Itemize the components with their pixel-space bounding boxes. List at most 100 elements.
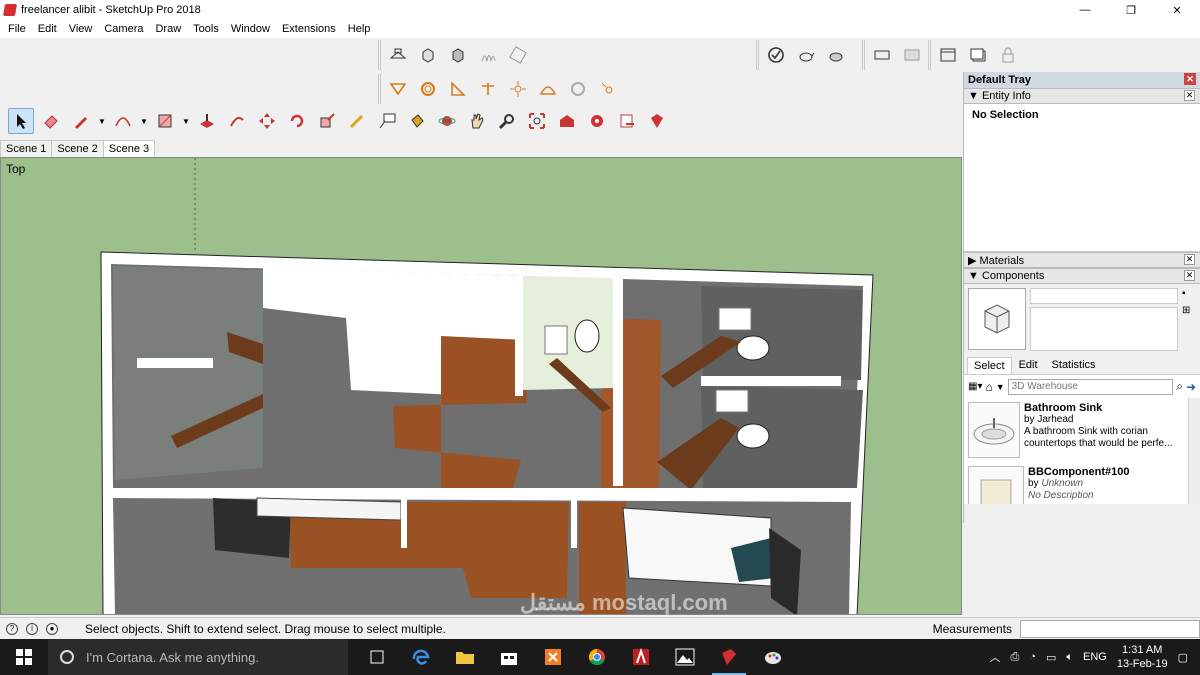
maximize-button[interactable]: ❐ xyxy=(1108,0,1154,20)
list-item[interactable]: BBComponent#100 by Unknown No Descriptio… xyxy=(964,462,1200,504)
menu-window[interactable]: Window xyxy=(225,23,276,35)
menu-draw[interactable]: Draw xyxy=(149,23,187,35)
close-icon[interactable]: ✕ xyxy=(1184,270,1195,281)
frame-buffer-button[interactable] xyxy=(869,42,895,68)
teapot-render-button[interactable] xyxy=(823,42,849,68)
menu-file[interactable]: File xyxy=(2,23,32,35)
start-button[interactable] xyxy=(0,639,48,675)
geolocation-icon[interactable]: ? xyxy=(6,622,18,635)
menu-help[interactable]: Help xyxy=(342,23,377,35)
zoom-tool-button[interactable] xyxy=(494,108,520,134)
move-tool-button[interactable] xyxy=(254,108,280,134)
extension-manager-button[interactable] xyxy=(644,108,670,134)
close-icon[interactable]: ✕ xyxy=(1184,90,1195,101)
tab-statistics[interactable]: Statistics xyxy=(1045,356,1103,374)
close-icon[interactable]: ✕ xyxy=(1184,254,1195,265)
teapot-button[interactable] xyxy=(793,42,819,68)
device-icon[interactable]: ⎙ xyxy=(1011,651,1020,664)
shadow-view-button[interactable] xyxy=(475,42,501,68)
chevron-down-icon[interactable]: ▼ xyxy=(98,117,106,126)
tape-tool-button[interactable] xyxy=(385,76,411,102)
task-view-button[interactable] xyxy=(356,639,398,675)
tab-scene-2[interactable]: Scene 2 xyxy=(51,140,104,157)
rotate-tool-button[interactable] xyxy=(284,108,310,134)
menu-extensions[interactable]: Extensions xyxy=(276,23,342,35)
chevron-down-icon[interactable]: ▼ xyxy=(140,117,148,126)
circle-tool-button[interactable] xyxy=(415,76,441,102)
window-button-1[interactable] xyxy=(935,42,961,68)
rectangle-tool-button[interactable] xyxy=(152,108,178,134)
light-tool-button[interactable] xyxy=(595,76,621,102)
model-render[interactable] xyxy=(1,158,962,615)
component-description-field[interactable] xyxy=(1030,307,1178,351)
xampp-button[interactable] xyxy=(532,639,574,675)
drawing-viewport[interactable]: Top xyxy=(0,157,962,615)
photos-button[interactable] xyxy=(664,639,706,675)
search-icon[interactable]: ⌕ xyxy=(1176,379,1183,394)
front-view-button[interactable] xyxy=(445,42,471,68)
menu-tools[interactable]: Tools xyxy=(187,23,225,35)
line-tool-button[interactable] xyxy=(68,108,94,134)
tab-edit[interactable]: Edit xyxy=(1012,356,1045,374)
view-options-icon[interactable]: ▦▾ xyxy=(968,381,982,392)
sketchup-taskbar-button[interactable] xyxy=(708,639,750,675)
arc-tool-button[interactable] xyxy=(110,108,136,134)
send-to-layout-button[interactable] xyxy=(614,108,640,134)
extension-warehouse-button[interactable] xyxy=(584,108,610,134)
network-icon[interactable]: ◔ xyxy=(1029,651,1036,663)
chevron-down-icon[interactable]: ▼ xyxy=(996,382,1005,392)
hemisphere-tool-button[interactable] xyxy=(535,76,561,102)
show-hidden-icons-icon[interactable]: ︿ xyxy=(990,649,1001,665)
tab-scene-3[interactable]: Scene 3 xyxy=(102,140,156,158)
xray-view-button[interactable] xyxy=(505,42,531,68)
warehouse-search-input[interactable]: 3D Warehouse xyxy=(1007,378,1174,395)
select-tool-button[interactable] xyxy=(8,108,34,134)
component-list-scrollbar[interactable] xyxy=(1188,398,1200,504)
list-item[interactable]: Bathroom Sink by Jarhead A bathroom Sink… xyxy=(964,398,1200,462)
user-icon[interactable]: ● xyxy=(46,622,58,635)
add-component-icon[interactable]: ⊞ xyxy=(1182,305,1196,316)
vray-button[interactable] xyxy=(763,42,789,68)
axes-tool-button[interactable] xyxy=(475,76,501,102)
dimension-tool-button[interactable] xyxy=(505,76,531,102)
measurements-input[interactable] xyxy=(1020,619,1200,638)
pan-tool-button[interactable] xyxy=(464,108,490,134)
tape-measure-tool-button[interactable] xyxy=(344,108,370,134)
info-icon[interactable]: i xyxy=(26,622,38,635)
forward-arrow-icon[interactable]: ➜ xyxy=(1186,380,1196,394)
orbit-tool-button[interactable] xyxy=(434,108,460,134)
protractor-tool-button[interactable] xyxy=(445,76,471,102)
tab-scene-1[interactable]: Scene 1 xyxy=(0,140,53,157)
tab-select[interactable]: Select xyxy=(967,357,1012,374)
lock-button[interactable] xyxy=(995,42,1021,68)
zoom-extents-button[interactable] xyxy=(524,108,550,134)
close-button[interactable]: ✕ xyxy=(1154,0,1200,20)
minimize-button[interactable]: — xyxy=(1062,0,1108,20)
action-center-icon[interactable]: ▭ xyxy=(1046,651,1056,664)
eraser-tool-button[interactable] xyxy=(38,108,64,134)
window-button-2[interactable] xyxy=(965,42,991,68)
follow-me-tool-button[interactable] xyxy=(224,108,250,134)
chrome-button[interactable] xyxy=(576,639,618,675)
cortana-search[interactable]: I'm Cortana. Ask me anything. xyxy=(48,639,348,675)
store-button[interactable] xyxy=(488,639,530,675)
menu-view[interactable]: View xyxy=(63,23,99,35)
chevron-down-icon[interactable]: ▼ xyxy=(182,117,190,126)
language-indicator[interactable]: ENG xyxy=(1083,651,1107,663)
clock[interactable]: 1:31 AM 13-Feb-19 xyxy=(1117,643,1168,671)
materials-header[interactable]: ▶ Materials ✕ xyxy=(964,252,1200,268)
components-header[interactable]: ▼ Components ✕ xyxy=(964,268,1200,284)
details-menu-icon[interactable]: ▪ xyxy=(1182,288,1196,299)
menu-edit[interactable]: Edit xyxy=(32,23,63,35)
volume-icon[interactable]: 🔈︎ xyxy=(1066,651,1073,664)
section-tool-button[interactable] xyxy=(565,76,591,102)
paint-button[interactable] xyxy=(752,639,794,675)
top-view-button[interactable] xyxy=(415,42,441,68)
render-region-button[interactable] xyxy=(899,42,925,68)
scale-tool-button[interactable] xyxy=(314,108,340,134)
close-icon[interactable]: ✕ xyxy=(1184,73,1196,85)
autocad-button[interactable] xyxy=(620,639,662,675)
text-tool-button[interactable] xyxy=(374,108,400,134)
iso-view-button[interactable] xyxy=(385,42,411,68)
home-icon[interactable]: ⌂ xyxy=(985,380,992,394)
